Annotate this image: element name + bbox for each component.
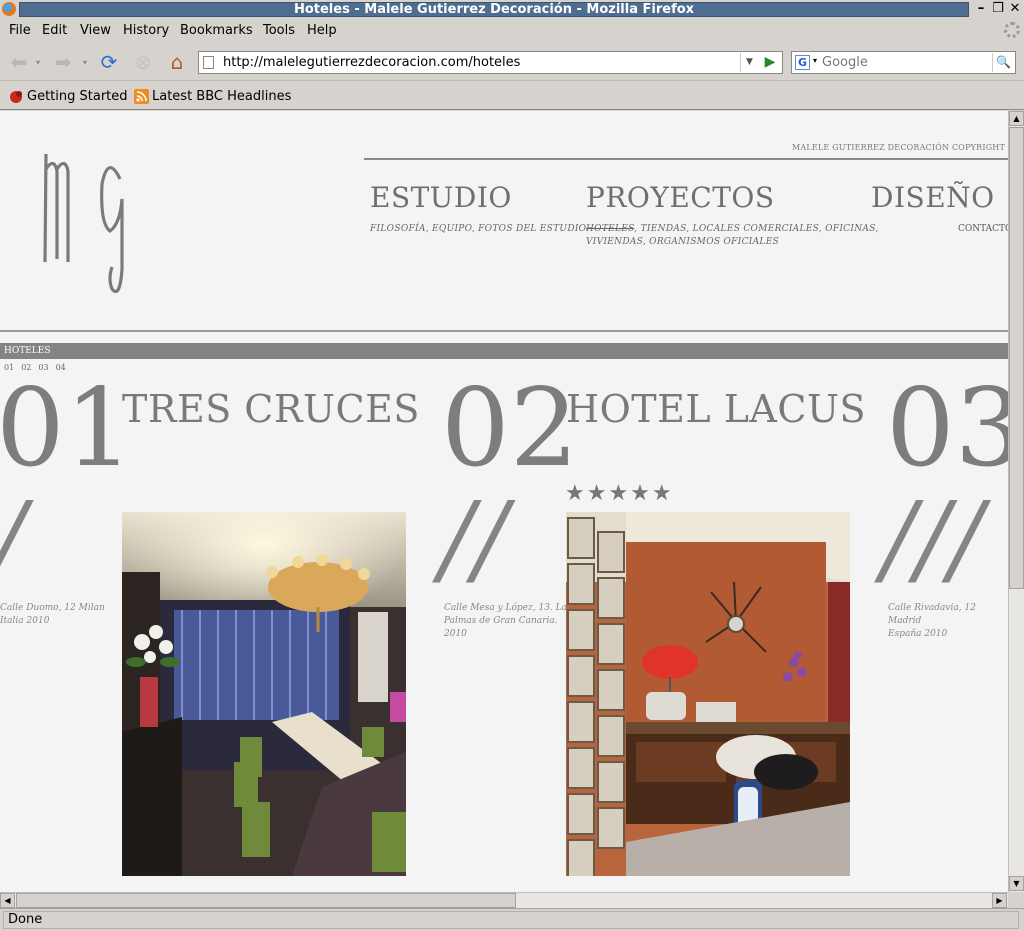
- search-icon[interactable]: 🔍: [992, 53, 1014, 72]
- hotel-lacus-photo[interactable]: [566, 512, 850, 876]
- firefox-icon: [2, 2, 16, 16]
- forward-dropdown-icon[interactable]: ▾: [79, 49, 91, 75]
- horizontal-scrollbar[interactable]: ◀ ▶: [0, 892, 1008, 908]
- page-icon: [203, 56, 214, 69]
- menu-bookmarks[interactable]: Bookmarks: [180, 23, 253, 38]
- copyright-text: MALELE GUTIERREZ DECORACIÓN COPYRIGHT 20…: [792, 143, 1008, 152]
- throbber-icon: [1004, 22, 1020, 38]
- section-bar: HOTELES: [0, 343, 1008, 359]
- nav-proyectos-links-2[interactable]: VIVIENDAS, ORGANISMOS OFICIALES: [586, 237, 779, 247]
- address-line: Calle Mesa y López, 13. Las: [444, 603, 572, 613]
- scroll-up-icon[interactable]: ▲: [1009, 111, 1024, 126]
- nav-proyectos-links[interactable]: , TIENDAS, LOCALES COMERCIALES, OFICINAS…: [634, 224, 878, 234]
- search-bar[interactable]: G ▾ 🔍: [791, 51, 1016, 74]
- url-text[interactable]: http://malelegutierrezdecoracion.com/hot…: [223, 55, 520, 70]
- window-titlebar: Hoteles - Malele Gutierrez Decoración - …: [0, 0, 1024, 19]
- nav-proyectos-sub: HOTELES, TIENDAS, LOCALES COMERCIALES, O…: [586, 223, 879, 249]
- address-line: Calle Rivadavia, 12 Madrid: [888, 603, 976, 626]
- address-line: Italia 2010: [0, 616, 50, 626]
- project-address: Calle Duomo, 12 Milan Italia 2010: [0, 602, 105, 628]
- menu-file[interactable]: File: [9, 23, 31, 38]
- project-slashes: ///: [882, 480, 984, 597]
- rss-feed-icon: [134, 89, 149, 104]
- restore-icon[interactable]: ❐: [991, 2, 1005, 17]
- address-line: España 2010: [888, 629, 948, 639]
- page-content: MALELE GUTIERREZ DECORACIÓN COPYRIGHT 20…: [0, 111, 1008, 892]
- nav-contacto[interactable]: CONTACTO: [958, 224, 1008, 234]
- menu-view[interactable]: View: [80, 23, 111, 38]
- project-title[interactable]: TRES CRUCES: [122, 387, 420, 431]
- scroll-down-icon[interactable]: ▼: [1009, 876, 1024, 891]
- bookmark-bbc-headlines[interactable]: Latest BBC Headlines: [134, 89, 291, 104]
- hotel-tres-cruces-photo[interactable]: [122, 512, 406, 876]
- header-divider: [364, 158, 1008, 160]
- project-address: Calle Rivadavia, 12 Madrid España 2010: [888, 602, 1008, 641]
- stop-icon[interactable]: ⊗: [130, 49, 156, 75]
- menu-tools[interactable]: Tools: [263, 23, 295, 38]
- address-line: Palmas de Gran Canaria.: [444, 616, 558, 626]
- nav-proyectos[interactable]: PROYECTOS: [586, 181, 775, 214]
- scroll-corner: [1008, 892, 1024, 908]
- nav-estudio-sub[interactable]: FILOSOFÍA, EQUIPO, FOTOS DEL ESTUDIO: [370, 223, 586, 236]
- vertical-scroll-thumb[interactable]: [1009, 127, 1024, 589]
- navigation-toolbar: ⬅ ▾ ➡ ▾ ⟳ ⊗ ⌂ http://malelegutierrezdeco…: [0, 43, 1024, 81]
- nav-diseno[interactable]: DISEÑO: [871, 181, 995, 214]
- project-number: 03: [886, 366, 1008, 491]
- project-title[interactable]: HOTEL LACUS: [566, 387, 866, 431]
- project-number: 02: [441, 366, 579, 491]
- bookmark-label: Latest BBC Headlines: [152, 89, 292, 104]
- scroll-right-icon[interactable]: ▶: [992, 893, 1007, 908]
- reload-icon[interactable]: ⟳: [96, 49, 122, 75]
- back-icon[interactable]: ⬅: [6, 49, 32, 75]
- star-rating: ★★★★★: [565, 481, 674, 506]
- horizontal-scroll-thumb[interactable]: [16, 893, 516, 908]
- minimize-icon[interactable]: –: [974, 2, 988, 17]
- scroll-left-icon[interactable]: ◀: [0, 893, 15, 908]
- search-input[interactable]: [822, 54, 987, 71]
- bookmark-getting-started[interactable]: Getting Started: [9, 89, 128, 104]
- forward-icon[interactable]: ➡: [50, 49, 76, 75]
- menu-help[interactable]: Help: [307, 23, 337, 38]
- nav-hoteles-link[interactable]: HOTELES: [586, 224, 634, 234]
- bookmark-label: Getting Started: [27, 89, 128, 104]
- nav-estudio[interactable]: ESTUDIO: [370, 181, 512, 214]
- status-bar: Done: [0, 908, 1024, 930]
- address-line: 2010: [444, 629, 467, 639]
- url-bar[interactable]: http://malelegutierrezdecoracion.com/hot…: [198, 51, 783, 74]
- google-engine-icon[interactable]: G: [795, 55, 810, 70]
- menu-bar: File Edit View History Bookmarks Tools H…: [0, 20, 1024, 42]
- section-divider: [0, 330, 1008, 332]
- url-dropdown-icon[interactable]: ▼: [740, 53, 758, 72]
- project-slashes: //: [440, 480, 508, 597]
- engine-dropdown-icon[interactable]: ▾: [813, 56, 817, 65]
- bookmarks-toolbar: Getting Started Latest BBC Headlines: [0, 82, 1024, 110]
- project-slashes: /: [0, 489, 26, 589]
- project-address: Calle Mesa y López, 13. Las Palmas de Gr…: [444, 602, 572, 641]
- go-icon[interactable]: ▶: [760, 53, 780, 72]
- site-logo[interactable]: [40, 149, 135, 294]
- getting-started-icon: [9, 89, 24, 104]
- menu-history[interactable]: History: [123, 23, 169, 38]
- menu-edit[interactable]: Edit: [42, 23, 67, 38]
- back-dropdown-icon[interactable]: ▾: [32, 49, 44, 75]
- window-title: Hoteles - Malele Gutierrez Decoración - …: [19, 2, 969, 17]
- vertical-scrollbar[interactable]: ▲ ▼: [1008, 111, 1024, 892]
- address-line: Calle Duomo, 12 Milan: [0, 603, 105, 613]
- close-icon[interactable]: ✕: [1008, 2, 1022, 17]
- home-icon[interactable]: ⌂: [164, 49, 190, 75]
- project-number: 01: [0, 366, 134, 491]
- status-text: Done: [3, 911, 1019, 929]
